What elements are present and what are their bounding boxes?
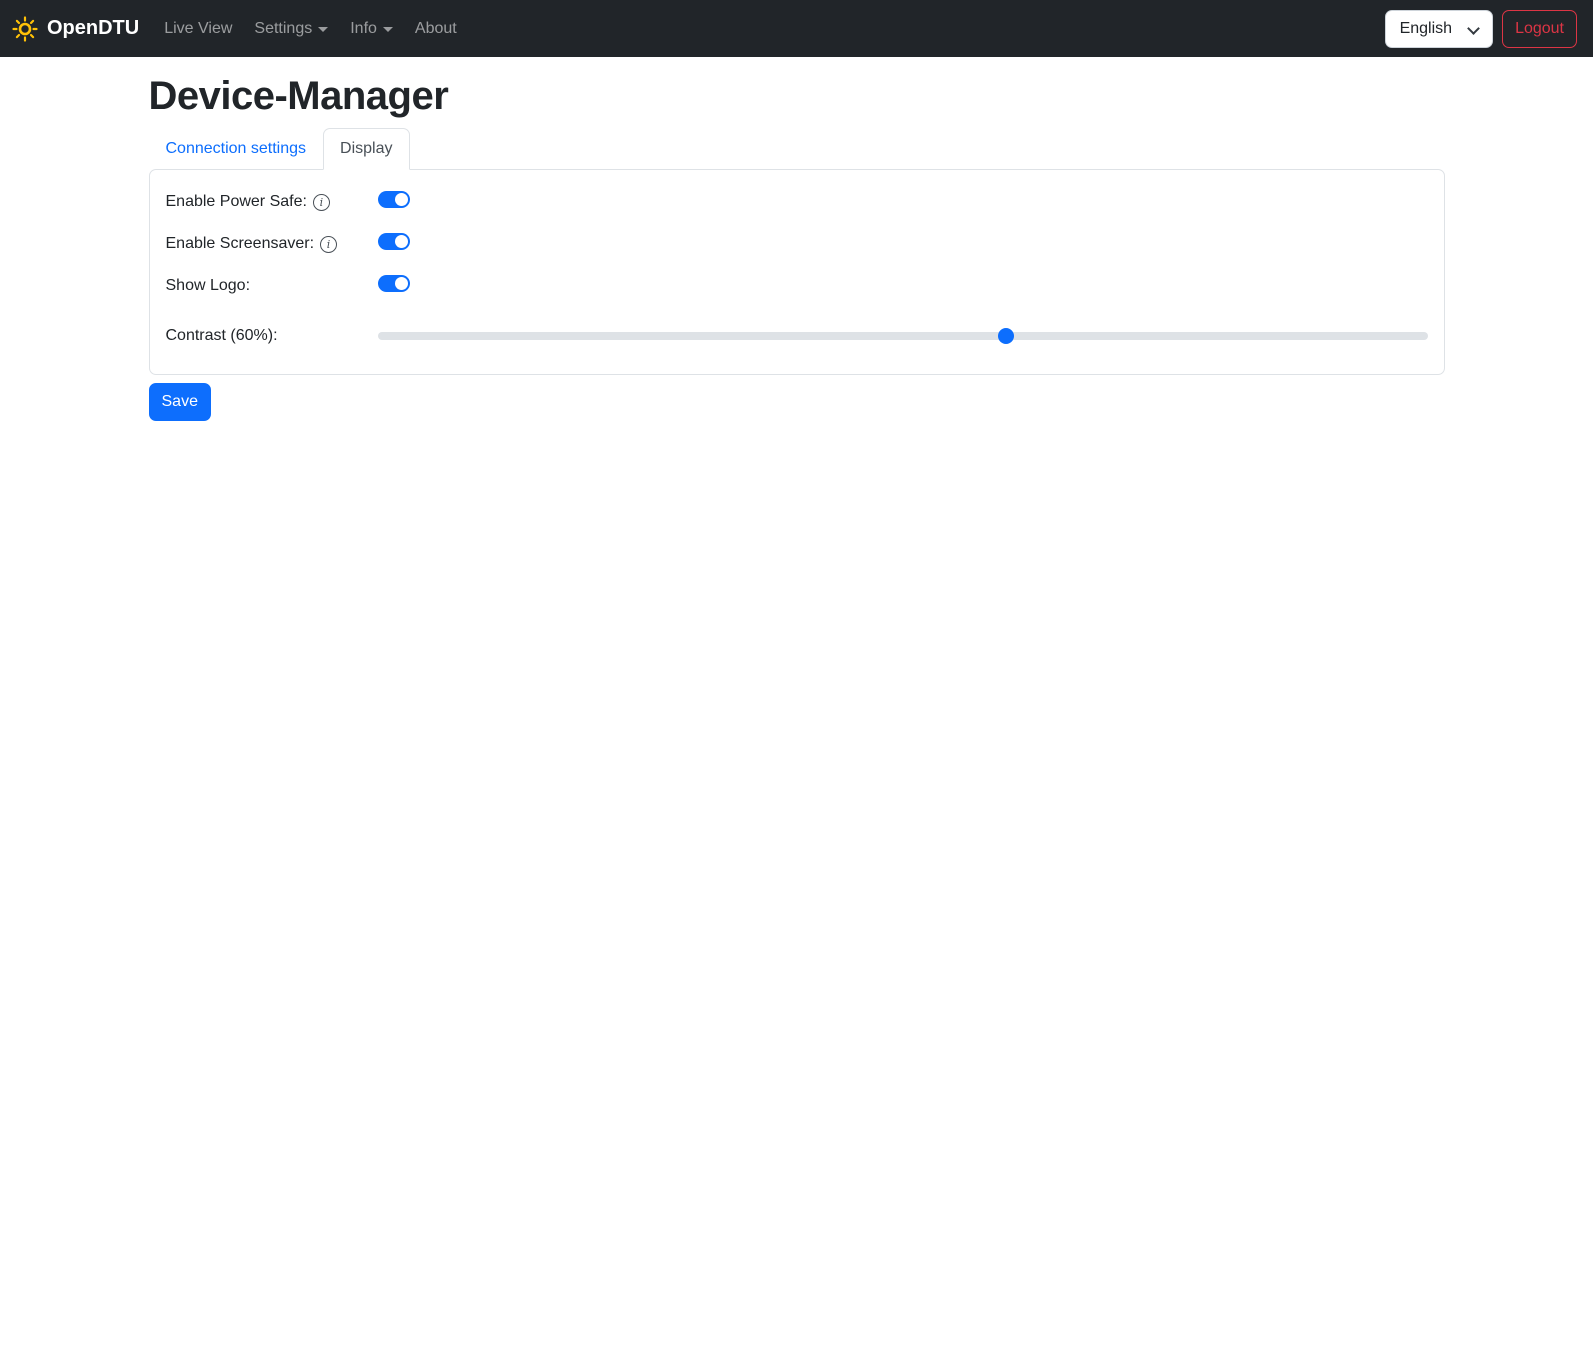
nav-item-label: Info (350, 19, 377, 37)
form-row-enable-power-safe: Enable Power Safe: i (166, 190, 1428, 214)
nav-item-info[interactable]: Info (339, 12, 404, 46)
field-label-text: Show Logo: (165, 277, 251, 294)
field-control (377, 233, 1428, 255)
field-label: Enable Screensaver: i (166, 235, 378, 253)
contrast-slider[interactable] (377, 328, 1428, 344)
toggle-knob (394, 277, 408, 290)
show-logo-toggle[interactable] (377, 275, 410, 292)
field-control (377, 191, 1428, 213)
toggle-knob (394, 193, 408, 206)
info-icon[interactable]: i (312, 193, 330, 211)
field-label-text: Contrast (60%): (165, 327, 278, 344)
nav-item-live-view[interactable]: Live View (153, 12, 243, 46)
nav-item-about[interactable]: About (404, 12, 468, 46)
field-label-text: Enable Power Safe: (165, 193, 307, 210)
toggle-knob (394, 235, 408, 248)
top-navbar: OpenDTU Live View Settings Info About En… (0, 0, 1593, 57)
brand-link[interactable]: OpenDTU (12, 15, 140, 42)
contrast-slider-thumb[interactable] (997, 328, 1014, 344)
main-nav: Live View Settings Info About (153, 12, 468, 46)
form-row-show-logo: Show Logo: (166, 274, 1428, 298)
field-label: Contrast (60%): (166, 327, 378, 345)
field-label: Enable Power Safe: i (166, 193, 378, 211)
field-label: Show Logo: (166, 277, 378, 295)
tab-bar: Connection settings Display (149, 128, 1445, 170)
info-icon[interactable]: i (320, 235, 338, 253)
page-title: Device-Manager (148, 74, 449, 118)
caret-down-icon (318, 27, 329, 32)
form-row-enable-screensaver: Enable Screensaver: i (166, 232, 1428, 256)
sun-icon (12, 15, 38, 42)
nav-item-label: Settings (254, 19, 313, 37)
enable-screensaver-toggle[interactable] (377, 233, 410, 250)
language-selected-value: English (1399, 19, 1453, 37)
nav-item-label: Live View (164, 19, 233, 37)
field-control (377, 275, 1428, 297)
field-label-text: Enable Screensaver: (165, 235, 315, 252)
navbar-right: English Logout (1384, 9, 1577, 48)
tab-display[interactable]: Display (323, 128, 410, 170)
main-content: Device-Manager Connection settings Displ… (137, 74, 1457, 421)
language-select[interactable]: English (1384, 9, 1494, 48)
nav-item-settings[interactable]: Settings (243, 12, 339, 46)
caret-down-icon (382, 27, 393, 32)
form-row-contrast: Contrast (60%): (166, 324, 1428, 348)
brand-label: OpenDTU (47, 17, 140, 39)
navbar-left: OpenDTU Live View Settings Info About (12, 12, 468, 46)
save-button[interactable]: Save (148, 383, 211, 421)
nav-item-label: About (414, 19, 457, 37)
logout-button[interactable]: Logout (1502, 9, 1577, 48)
display-settings-card: Enable Power Safe: i Enable Screensaver:… (148, 169, 1445, 375)
chevron-down-icon (1467, 21, 1480, 35)
enable-power-safe-toggle[interactable] (377, 191, 410, 208)
tab-connection-settings[interactable]: Connection settings (149, 128, 324, 170)
